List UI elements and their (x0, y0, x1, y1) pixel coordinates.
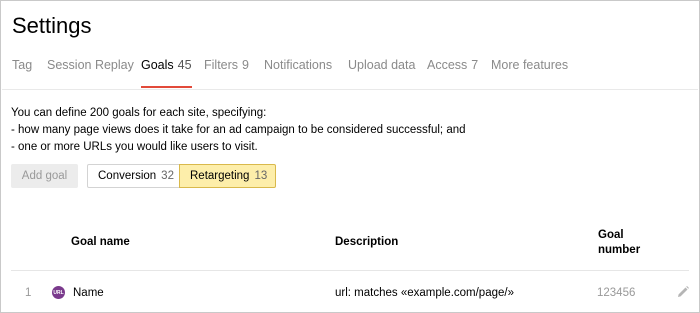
retargeting-count: 13 (254, 170, 268, 182)
tab-more-features[interactable]: More features (491, 58, 568, 88)
tab-filters[interactable]: Filters 9 (204, 58, 249, 88)
tab-tag[interactable]: Tag (12, 58, 32, 88)
tab-count: 45 (177, 58, 192, 72)
tab-label: Upload data (348, 58, 416, 72)
tab-label: Filters (204, 58, 239, 72)
tab-notifications[interactable]: Notifications (264, 58, 332, 88)
tab-access[interactable]: Access 7 (427, 58, 478, 88)
retargeting-filter-button[interactable]: Retargeting 13 (179, 164, 276, 188)
tab-session-replay[interactable]: Session Replay (47, 58, 134, 88)
tabs-divider (2, 89, 698, 90)
tab-upload-data[interactable]: Upload data (348, 58, 415, 88)
goals-intro-text: You can define 200 goals for each site, … (11, 105, 466, 156)
tab-count: 9 (242, 58, 249, 72)
page-title: Settings (12, 13, 92, 38)
settings-window: Settings Tag Session Replay Goals 45 Filt… (0, 0, 700, 313)
add-goal-button[interactable]: Add goal (11, 164, 78, 188)
tab-label: Tag (12, 58, 33, 72)
conversion-filter-button[interactable]: Conversion 32 (87, 164, 180, 188)
goal-description: url: matches «example.com/page/» (335, 287, 514, 299)
goal-name: Name (73, 287, 104, 299)
conversion-count: 32 (161, 170, 174, 182)
tab-goals[interactable]: Goals 45 (141, 58, 192, 88)
tab-label: More features (491, 58, 569, 72)
header-line: Goal (598, 229, 624, 241)
tab-label: Notifications (264, 58, 333, 72)
goal-type-switch: Conversion 32 Retargeting 13 (87, 164, 276, 188)
goal-number: 123456 (597, 287, 636, 299)
tab-label: Goals (141, 58, 174, 72)
intro-line: - one or more URLs you would like users … (11, 141, 258, 153)
column-header-goal-name: Goal name (71, 236, 130, 248)
intro-line: - how many page views does it take for a… (11, 124, 466, 136)
header-line: number (598, 244, 641, 256)
tab-label: Access (427, 58, 468, 72)
header-divider (11, 270, 689, 271)
row-index: 1 (25, 287, 32, 299)
tab-label: Session Replay (47, 58, 134, 72)
conversion-label: Conversion (98, 170, 157, 182)
pencil-icon[interactable] (676, 285, 690, 299)
intro-line: You can define 200 goals for each site, … (11, 107, 267, 119)
column-header-goal-number: Goal number (598, 228, 648, 258)
retargeting-label: Retargeting (190, 170, 250, 182)
url-goal-icon: URL (52, 286, 65, 299)
tab-count: 7 (471, 58, 479, 72)
column-header-description: Description (335, 236, 399, 248)
